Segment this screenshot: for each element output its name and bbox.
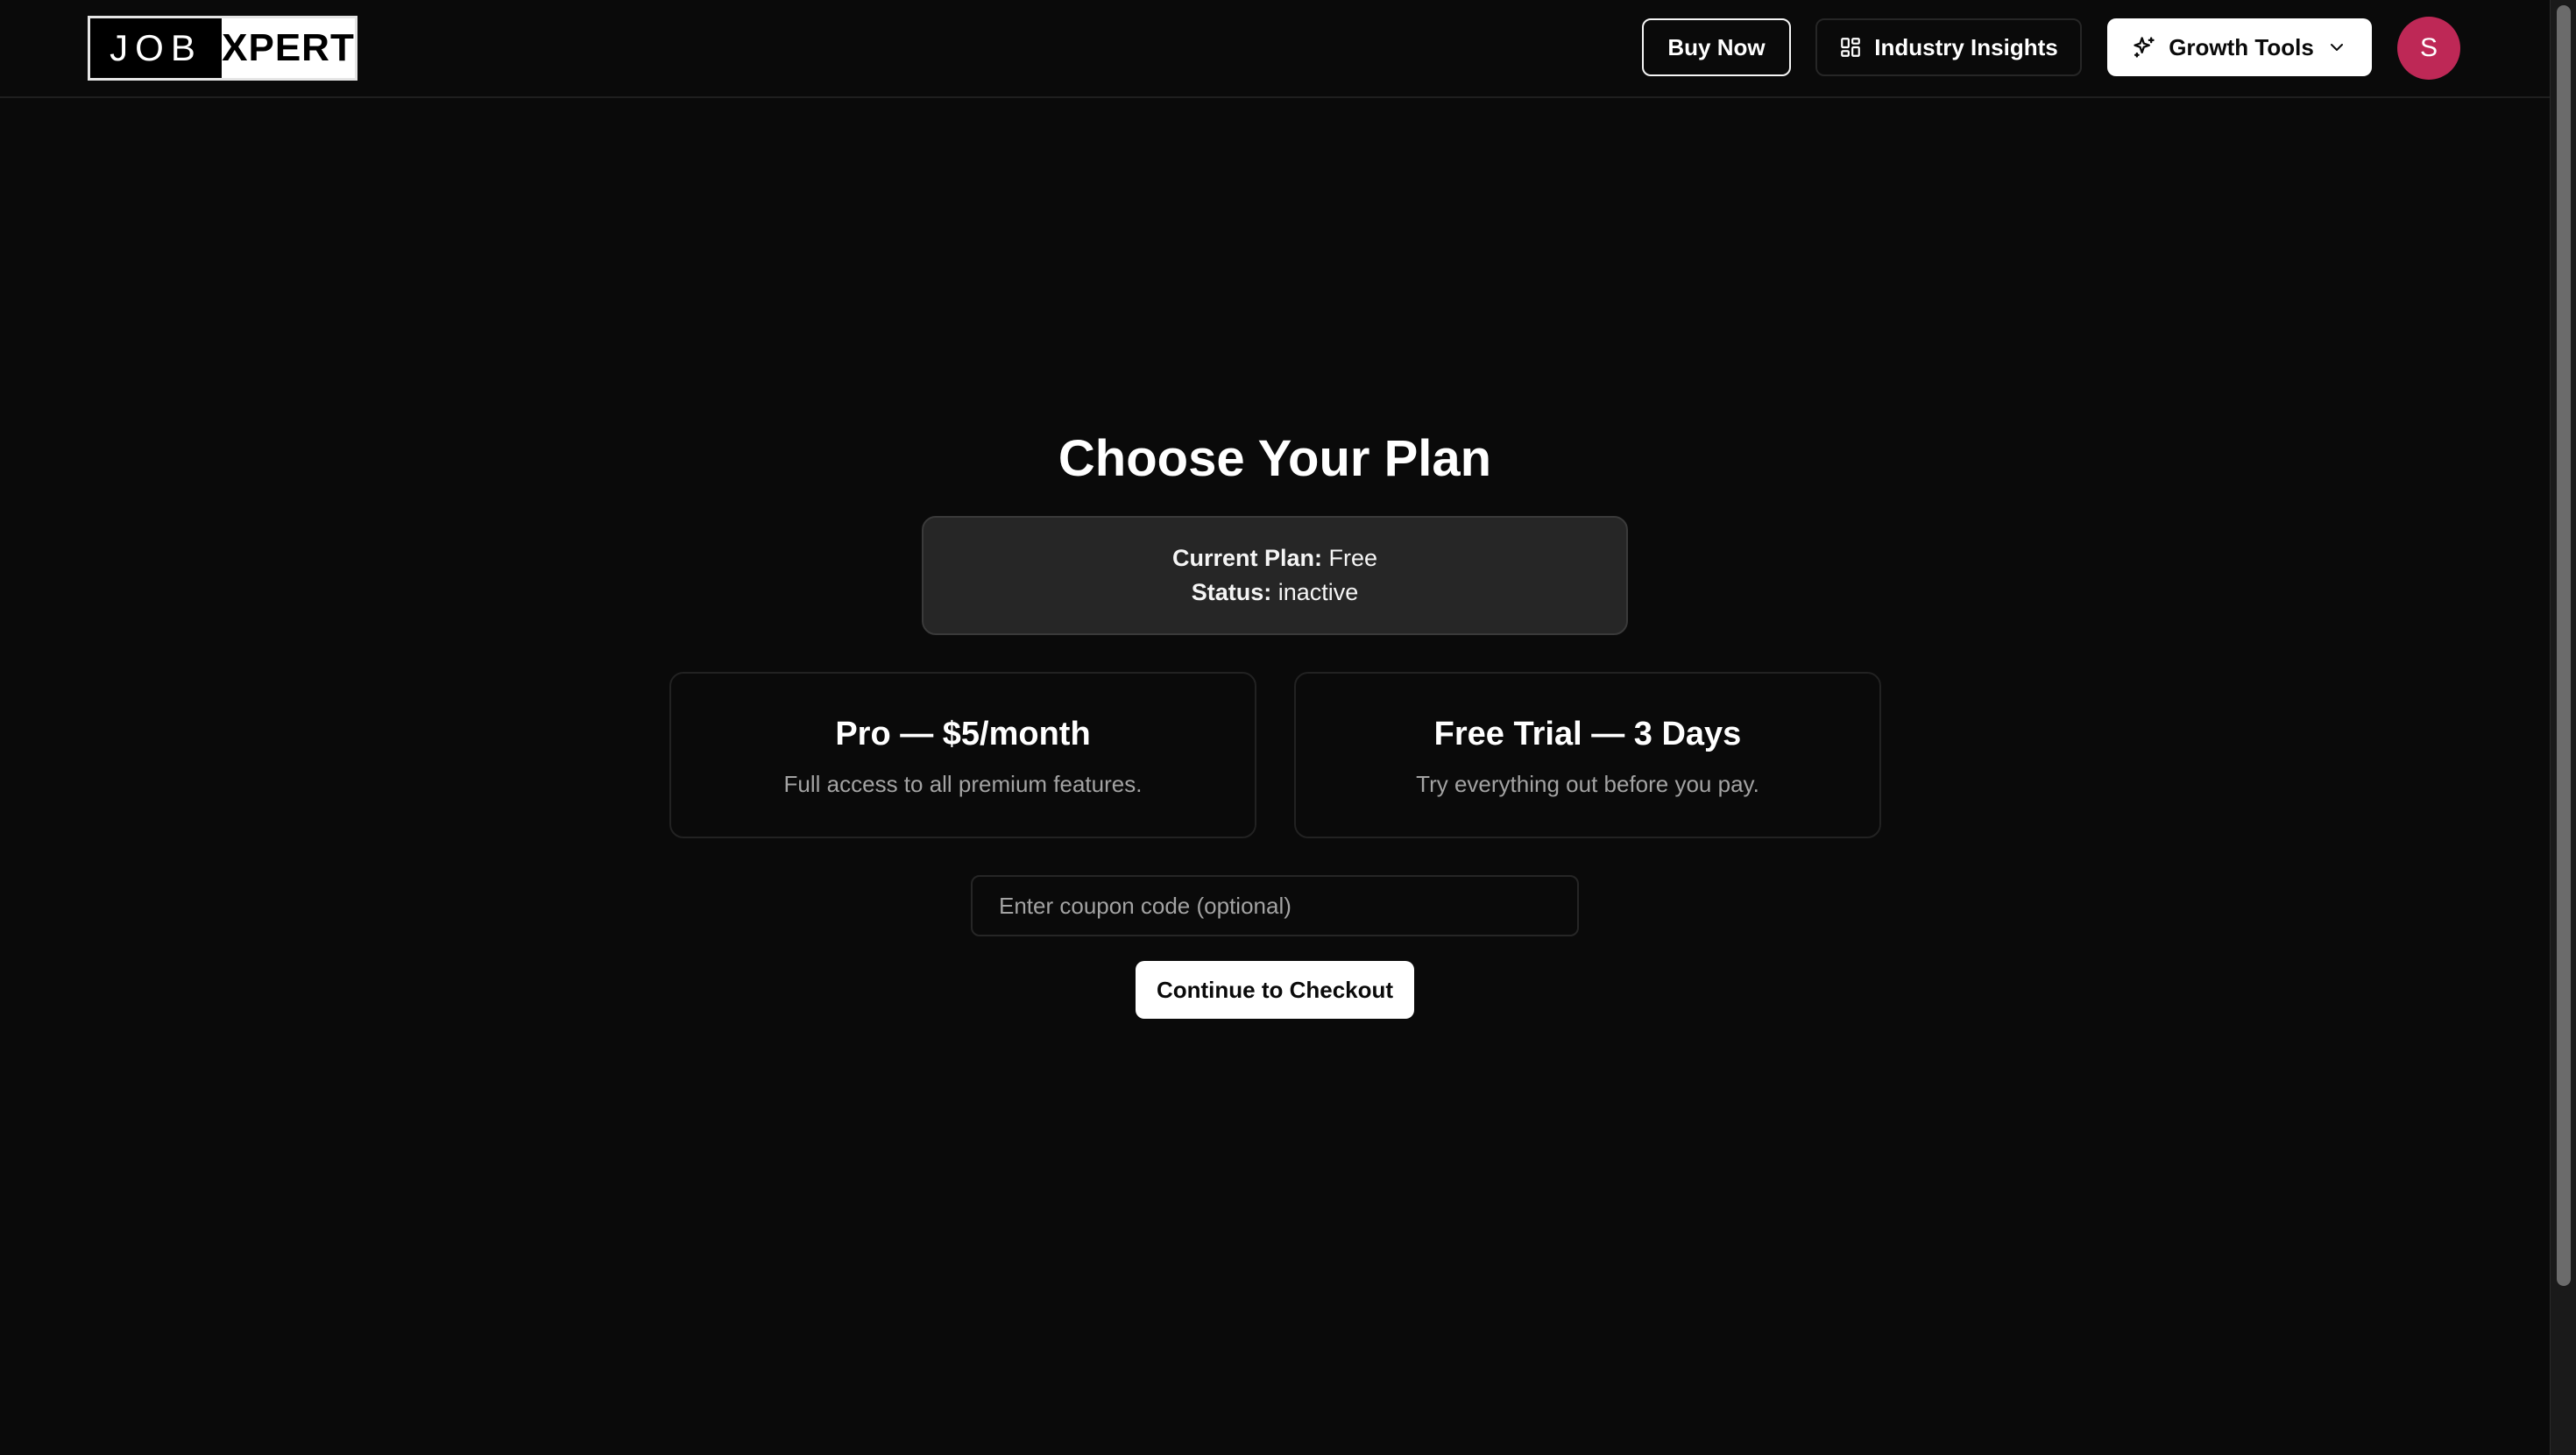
scrollbar-thumb[interactable] [2557,5,2571,1286]
coupon-code-input[interactable] [971,875,1579,936]
current-plan-value: Free [1328,545,1378,571]
user-avatar[interactable]: S [2397,17,2460,80]
page-title: Choose Your Plan [1058,430,1492,487]
logo-xpert-text: XPERT [222,18,355,78]
plan-description: Try everything out before you pay. [1416,771,1759,797]
sparkles-icon [2132,35,2156,60]
plan-card-pro[interactable]: Pro — $5/month Full access to all premiu… [669,672,1256,838]
buy-now-label: Buy Now [1667,33,1766,60]
page-scrollbar[interactable] [2550,0,2576,1455]
plan-description: Full access to all premium features. [783,771,1143,797]
current-plan-label: Current Plan: [1171,545,1322,571]
current-plan-line: Current Plan: Free [1172,545,1377,572]
industry-insights-button[interactable]: Industry Insights [1815,18,2082,76]
logo-job-text: JOB [110,27,202,68]
avatar-initial: S [2419,33,2438,62]
dashboard-grid-icon [1839,36,1862,59]
buy-now-button[interactable]: Buy Now [1642,18,1791,76]
status-label: Status: [1191,579,1272,605]
industry-insights-label: Industry Insights [1874,33,2058,60]
current-plan-status-box: Current Plan: Free Status: inactive [922,516,1628,635]
growth-tools-label: Growth Tools [2169,33,2314,60]
jobxpert-logo[interactable]: JOB XPERT [88,16,357,81]
top-nav: JOB XPERT Buy Now Industry Insights Grow… [0,0,2550,98]
page: JOB XPERT Buy Now Industry Insights Grow… [0,0,2550,1455]
status-value: inactive [1277,579,1359,605]
plan-title: Pro — $5/month [835,716,1091,752]
plan-title: Free Trial — 3 Days [1433,716,1742,752]
status-line: Status: inactive [1192,579,1359,606]
plan-card-free-trial[interactable]: Free Trial — 3 Days Try everything out b… [1294,672,1881,838]
growth-tools-dropdown[interactable]: Growth Tools [2107,18,2372,76]
continue-to-checkout-button[interactable]: Continue to Checkout [1136,961,1414,1019]
chevron-down-icon [2326,37,2347,58]
